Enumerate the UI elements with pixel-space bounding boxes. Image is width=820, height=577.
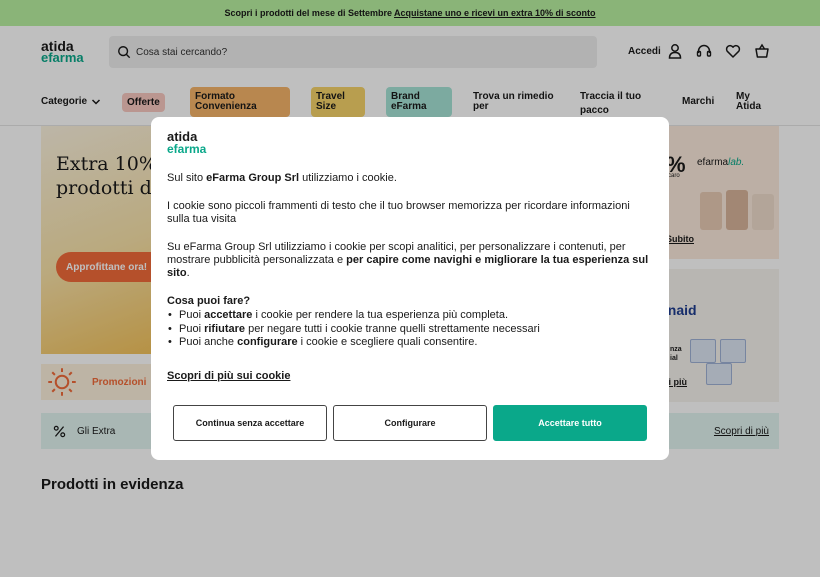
opt1-bold: accettare: [204, 309, 253, 321]
modal-logo: atida efarma: [167, 129, 653, 156]
cookie-info-link[interactable]: Scopri di più sui cookie: [167, 370, 290, 383]
cookie-usage: Su eFarma Group Srl utilizziamo i cookie…: [167, 241, 653, 280]
opt1-pre: Puoi: [179, 309, 205, 321]
cookie-intro-company: eFarma Group Srl: [206, 172, 300, 184]
cookie-intro: Sul sito eFarma Group Srl utilizziamo i …: [167, 172, 653, 185]
cookie-consent-modal: atida efarma Sul sito eFarma Group Srl u…: [151, 117, 669, 460]
accept-all-button[interactable]: Accettare tutto: [493, 405, 647, 441]
cookie-explanation: I cookie sono piccoli frammenti di testo…: [167, 200, 630, 225]
cookie-intro-post: utilizziamo i cookie.: [299, 172, 397, 184]
list-item: Puoi anche configurare i cookie e scegli…: [167, 336, 653, 350]
cookie-buttons: Continua senza accettare Configurare Acc…: [173, 405, 647, 441]
opt2-post: per negare tutti i cookie tranne quelli …: [245, 322, 540, 335]
cookie-question: Cosa puoi fare?: [167, 295, 251, 307]
opt3-bold: configurare: [237, 336, 298, 348]
list-item: Puoi rifiutare per negare tutti i cookie…: [167, 323, 653, 337]
modal-logo-bottom: efarma: [167, 142, 207, 156]
cookie-intro-pre: Sul sito: [167, 172, 207, 184]
opt2-pre: Puoi: [179, 322, 205, 335]
configure-button[interactable]: Configurare: [333, 405, 487, 441]
cookie-usage-post: .: [186, 267, 190, 279]
opt3-pre: Puoi anche: [179, 336, 238, 348]
cookie-options-list: Puoi accettare i cookie per rendere la t…: [167, 309, 653, 350]
opt1-post: i cookie per rendere la tua esperienza p…: [252, 309, 509, 321]
opt3-post: i cookie e scegliere quali consentire.: [297, 336, 478, 348]
modal-logo-top: atida: [167, 129, 198, 144]
continue-without-accepting-button[interactable]: Continua senza accettare: [173, 405, 327, 441]
opt2-bold: rifiutare: [204, 322, 246, 335]
list-item: Puoi accettare i cookie per rendere la t…: [167, 309, 653, 323]
